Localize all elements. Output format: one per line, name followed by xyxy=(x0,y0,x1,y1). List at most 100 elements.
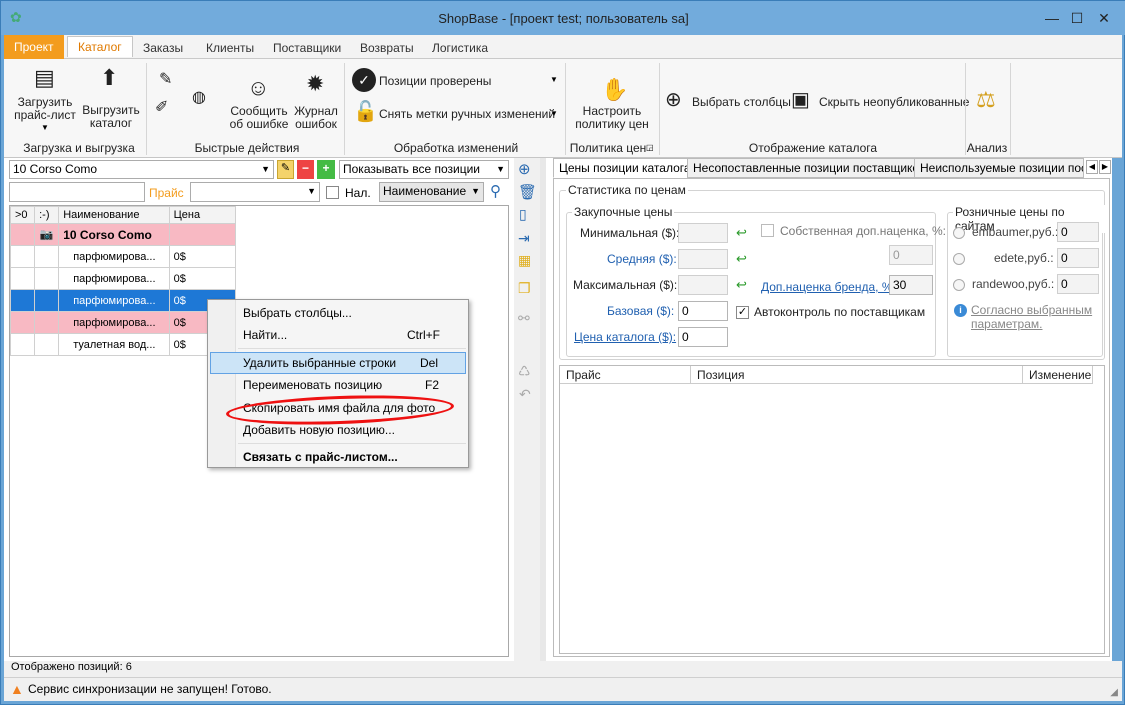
search-icon[interactable]: ⚲ xyxy=(490,182,501,200)
table-row[interactable]: туалетная вод... 0$ xyxy=(9,333,237,356)
hide-unpublished-button[interactable]: Скрыть неопубликованные xyxy=(819,95,969,109)
tag-icon[interactable]: ✐ xyxy=(155,97,168,117)
cash-label: Нал. xyxy=(345,186,371,200)
resize-grip-icon[interactable]: ◢ xyxy=(1110,682,1118,704)
menu-item-find[interactable]: Найти... xyxy=(243,328,287,342)
unload-catalog-button[interactable]: Выгрузить каталог xyxy=(81,104,141,130)
error-log-button[interactable]: Журнал ошибок xyxy=(290,105,342,131)
tab-scroll-left[interactable]: ◀ xyxy=(1086,160,1098,174)
group-row[interactable]: 📷 10 Corso Como xyxy=(9,223,237,246)
status-bar: ▲ Сервис синхронизации не запущен! Готов… xyxy=(4,677,1122,701)
tab-catalog[interactable]: Каталог xyxy=(67,36,133,57)
add-circle-icon[interactable]: ⊕ xyxy=(518,160,531,178)
site-field: 0 xyxy=(1057,248,1099,268)
brand-markup-link[interactable]: Доп.наценка бренда, %: xyxy=(761,280,896,294)
trash-icon[interactable]: 🗑 xyxy=(518,183,537,201)
green-arrow-icon[interactable]: ↩ xyxy=(736,225,747,241)
tab-unmatched[interactable]: Несопоставленные позиции поставщиков xyxy=(687,158,932,178)
maximize-button[interactable]: ☐ xyxy=(1064,7,1090,29)
dropdown-arrow-icon[interactable]: ▼ xyxy=(550,109,558,118)
globe-icon[interactable]: ◍ xyxy=(192,87,206,107)
col-price[interactable]: Цена xyxy=(168,206,237,224)
col-change[interactable]: Изменение xyxy=(1023,366,1093,384)
shortcut-find: Ctrl+F xyxy=(407,328,440,342)
tab-suppliers[interactable]: Поставщики xyxy=(263,38,351,59)
cash-checkbox[interactable] xyxy=(326,186,339,199)
positions-checked-button[interactable]: Позиции проверены xyxy=(379,74,491,88)
search-input[interactable] xyxy=(9,182,145,202)
shortcut-delete: Del xyxy=(420,356,439,370)
clear-icon[interactable]: ♺ xyxy=(518,363,531,380)
menu-item-rename[interactable]: Переименовать позицию xyxy=(243,378,382,392)
brand-select[interactable]: 10 Corso Como ▼ xyxy=(9,160,274,179)
note-icon[interactable]: ▦ xyxy=(518,252,531,269)
remove-marks-button[interactable]: Снять метки ручных изменений xyxy=(379,107,555,121)
choose-columns-button[interactable]: Выбрать столбцы xyxy=(692,95,791,109)
copy-icon[interactable]: ❐ xyxy=(518,280,531,297)
tab-clients[interactable]: Клиенты xyxy=(196,38,264,59)
row-price: 0$ xyxy=(168,267,237,290)
dropdown-arrow-icon: ▼ xyxy=(261,164,270,174)
sort-select[interactable]: Наименование ▼ xyxy=(379,182,484,202)
tab-orders[interactable]: Заказы xyxy=(133,38,193,59)
tab-prices[interactable]: Цены позиции каталога xyxy=(553,158,697,178)
catalog-price-link[interactable]: Цена каталога ($): xyxy=(574,330,676,344)
window-title: ShopBase - [проект test; пользователь sa… xyxy=(438,11,689,26)
pill-icon[interactable]: ✎ xyxy=(159,69,172,89)
tab-returns[interactable]: Возвраты xyxy=(350,38,424,59)
tab-unused[interactable]: Неиспользуемые позиции поста xyxy=(914,158,1084,178)
undo-icon[interactable]: ↶ xyxy=(519,386,531,403)
green-arrow-icon[interactable]: ↩ xyxy=(736,277,747,293)
setup-policy-button[interactable]: Настроить политику цен xyxy=(571,105,653,131)
green-arrow-icon[interactable]: ↩ xyxy=(736,251,747,267)
load-price-button[interactable]: Загрузить прайс-лист xyxy=(14,96,76,122)
table-row[interactable]: парфюмирова... 0$ xyxy=(9,245,237,268)
catalog-table: >0 :-) Наименование Цена 📷 10 Corso Como… xyxy=(9,206,237,356)
col-smile[interactable]: :-) xyxy=(34,206,60,224)
menu-item-add-position[interactable]: Добавить новую позицию... xyxy=(243,423,395,437)
filter-select[interactable]: Показывать все позиции ▼ xyxy=(339,160,509,179)
remove-button[interactable]: − xyxy=(297,160,314,179)
move-icon[interactable]: ⇥ xyxy=(518,230,530,247)
own-markup-label: Собственная доп.наценка, %: xyxy=(780,224,946,238)
col-positive[interactable]: >0 xyxy=(9,206,36,224)
params-note-link[interactable]: Согласно выбранным параметрам. xyxy=(971,303,1099,331)
col-position[interactable]: Позиция xyxy=(691,366,1023,384)
autocontrol-checkbox[interactable]: ✓ xyxy=(736,306,749,319)
brand-markup-field[interactable]: 30 xyxy=(889,275,933,295)
price-select[interactable]: ▼ xyxy=(190,182,320,202)
own-markup-checkbox[interactable] xyxy=(761,224,774,237)
minimize-button[interactable]: — xyxy=(1039,7,1065,29)
close-button[interactable]: ✕ xyxy=(1091,7,1117,29)
menu-item-delete-rows[interactable]: Удалить выбранные строки xyxy=(243,356,396,370)
site-label: edete,руб.: xyxy=(994,251,1054,265)
menu-item-choose-columns[interactable]: Выбрать столбцы... xyxy=(243,306,352,320)
table-header: >0 :-) Наименование Цена xyxy=(9,206,237,224)
avg-field xyxy=(678,249,728,269)
price-label: Прайс xyxy=(149,186,184,200)
tab-project[interactable]: Проект xyxy=(4,35,64,59)
add-button[interactable]: + xyxy=(317,160,335,179)
table-row[interactable]: парфюмирова... 0$ xyxy=(9,311,237,334)
col-name[interactable]: Наименование xyxy=(58,206,170,224)
scales-icon[interactable]: ⚖ xyxy=(976,87,996,113)
catalog-price-field[interactable]: 0 xyxy=(678,327,728,347)
dropdown-arrow-icon[interactable]: ▼ xyxy=(550,75,558,84)
site-radio[interactable] xyxy=(953,227,965,239)
dialog-launcher-icon[interactable]: ◲ xyxy=(646,143,654,152)
menu-item-link-price[interactable]: Связать с прайс-листом... xyxy=(243,450,398,464)
site-radio[interactable] xyxy=(953,253,965,265)
tab-scroll-right[interactable]: ▶ xyxy=(1099,160,1111,174)
table-row[interactable]: парфюмирова... 0$ xyxy=(9,267,237,290)
site-radio[interactable] xyxy=(953,279,965,291)
table-row-selected[interactable]: парфюмирова... 0$ xyxy=(9,289,237,312)
col-price-list[interactable]: Прайс xyxy=(560,366,691,384)
edit-pencil-button[interactable]: ✎ xyxy=(277,160,294,179)
link-icon[interactable]: ⚯ xyxy=(518,310,530,327)
stats-title: Статистика по ценам xyxy=(566,183,688,197)
base-field[interactable]: 0 xyxy=(678,301,728,321)
report-error-button[interactable]: Сообщить об ошибке xyxy=(228,105,290,131)
document-icon[interactable]: ▯ xyxy=(519,206,527,223)
group-analysis-title: Анализ xyxy=(966,141,1008,155)
tab-logistics[interactable]: Логистика xyxy=(422,38,498,59)
